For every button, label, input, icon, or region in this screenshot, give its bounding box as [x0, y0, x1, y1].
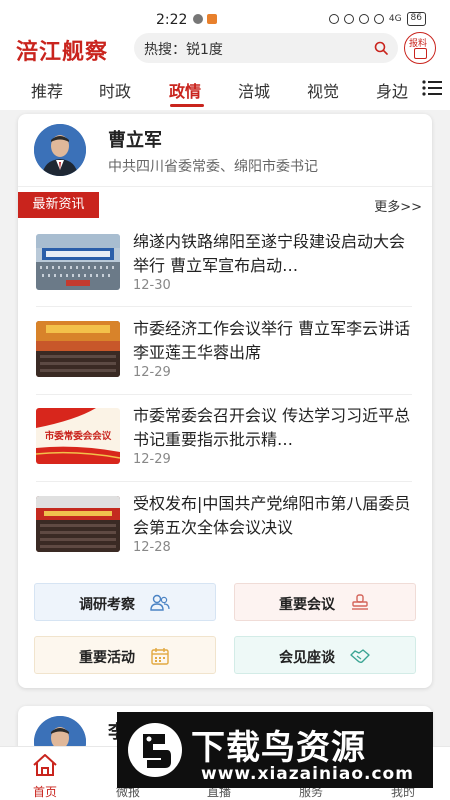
- tab-visual[interactable]: 视觉: [307, 78, 339, 102]
- home-icon: [33, 754, 57, 776]
- news-thumbnail: [36, 234, 120, 290]
- app-header: 涪江舰察 热搜：锐1度 报料: [0, 30, 450, 66]
- action-label: 重要活动: [79, 650, 135, 666]
- battery-icon: 86: [406, 12, 426, 26]
- tab-nearby[interactable]: 身边: [376, 78, 408, 102]
- report-doc-icon: [414, 48, 427, 59]
- avatar-portrait-icon: [34, 124, 86, 176]
- nav-home[interactable]: 首页: [10, 753, 80, 800]
- news-date: 12-29: [133, 365, 171, 380]
- bluetooth-icon: [358, 14, 369, 24]
- hd-icon: [328, 14, 339, 24]
- handshake-icon: [350, 649, 370, 664]
- tab-recommend[interactable]: 推荐: [31, 78, 63, 102]
- action-label: 重要会议: [279, 597, 335, 613]
- chat-notification-icon: [193, 14, 203, 24]
- action-label: 调研考察: [79, 597, 135, 613]
- person-title: 中共四川省委常委、绵阳市委书记: [108, 159, 318, 175]
- watermark-banner: 下载鸟资源 www.xiazainiao.com: [117, 712, 433, 788]
- important-meeting-button[interactable]: 重要会议: [234, 583, 416, 621]
- status-bar: 2:22 4G 86: [0, 0, 450, 30]
- search-bar[interactable]: 热搜：锐1度: [134, 33, 398, 63]
- news-title: 市委常委会召开会议 传达学习习近平总书记重要指示批示精…: [133, 406, 411, 449]
- report-button[interactable]: 报料: [404, 32, 436, 64]
- news-item[interactable]: 绵遂内铁路绵阳至遂宁段建设启动大会举行 曹立军宣布启动… 12-30: [36, 232, 416, 320]
- news-title: 绵遂内铁路绵阳至遂宁段建设启动大会举行 曹立军宣布启动…: [133, 232, 406, 275]
- avatar[interactable]: [34, 124, 86, 176]
- thumb-caption: 市委常委会会议: [45, 430, 112, 442]
- divider: [36, 306, 412, 307]
- search-icon[interactable]: [374, 41, 388, 55]
- news-title: 受权发布|中国共产党绵阳市第八届委员会第五次全体会议决议: [133, 494, 411, 537]
- news-date: 12-28: [133, 540, 171, 555]
- tab-politics[interactable]: 时政: [99, 78, 131, 102]
- app-notification-icon: [207, 14, 217, 24]
- people-icon: [150, 594, 170, 611]
- channel-tabs: 推荐 时政 政情 涪城 视觉 身边: [0, 66, 450, 110]
- important-activity-button[interactable]: 重要活动: [34, 636, 216, 674]
- meeting-discussion-button[interactable]: 会见座谈: [234, 636, 416, 674]
- watermark-text: 下载鸟资源: [191, 728, 366, 768]
- latest-news-tag: 最新资讯: [18, 192, 99, 218]
- active-tab-indicator: [170, 104, 204, 107]
- nav-label: 首页: [32, 785, 57, 799]
- divider: [36, 481, 412, 482]
- news-item[interactable]: 受权发布|中国共产党绵阳市第八届委员会第五次全体会议决议 12-28: [36, 494, 416, 582]
- action-label: 会见座谈: [279, 650, 335, 666]
- calendar-icon: [151, 648, 169, 665]
- app-logo: 涪江舰察: [16, 39, 109, 65]
- network-label: 4G: [388, 14, 402, 24]
- notification-icons: [193, 14, 217, 24]
- divider: [18, 186, 432, 187]
- alarm-icon: [343, 14, 354, 24]
- tab-fucheng[interactable]: 涪城: [238, 78, 270, 102]
- search-hot-text: 热搜：锐1度: [144, 42, 223, 58]
- tab-government[interactable]: 政情: [169, 78, 201, 102]
- more-link[interactable]: 更多>>: [374, 196, 422, 215]
- status-icons: 4G 86: [328, 12, 426, 26]
- news-thumbnail: [36, 321, 120, 377]
- watermark-url: www.xiazainiao.com: [201, 764, 414, 784]
- news-thumbnail: 市委常委会会议: [36, 408, 120, 464]
- news-date: 12-30: [133, 278, 171, 293]
- stamp-icon: [352, 594, 368, 610]
- status-time: 2:22: [156, 12, 188, 28]
- news-thumbnail: [36, 496, 120, 552]
- menu-icon[interactable]: [422, 80, 442, 96]
- divider: [36, 394, 412, 395]
- location-icon: [373, 14, 384, 24]
- news-date: 12-29: [133, 452, 171, 467]
- bird-logo-icon: [128, 723, 182, 777]
- leader-card: 曹立军 中共四川省委常委、绵阳市委书记 最新资讯 更多>> 绵遂内铁路绵阳至遂宁…: [18, 114, 432, 688]
- research-inspection-button[interactable]: 调研考察: [34, 583, 216, 621]
- news-title: 市委经济工作会议举行 曹立军李云讲话 李亚莲王华蓉出席: [133, 319, 411, 362]
- person-name[interactable]: 曹立军: [108, 126, 162, 152]
